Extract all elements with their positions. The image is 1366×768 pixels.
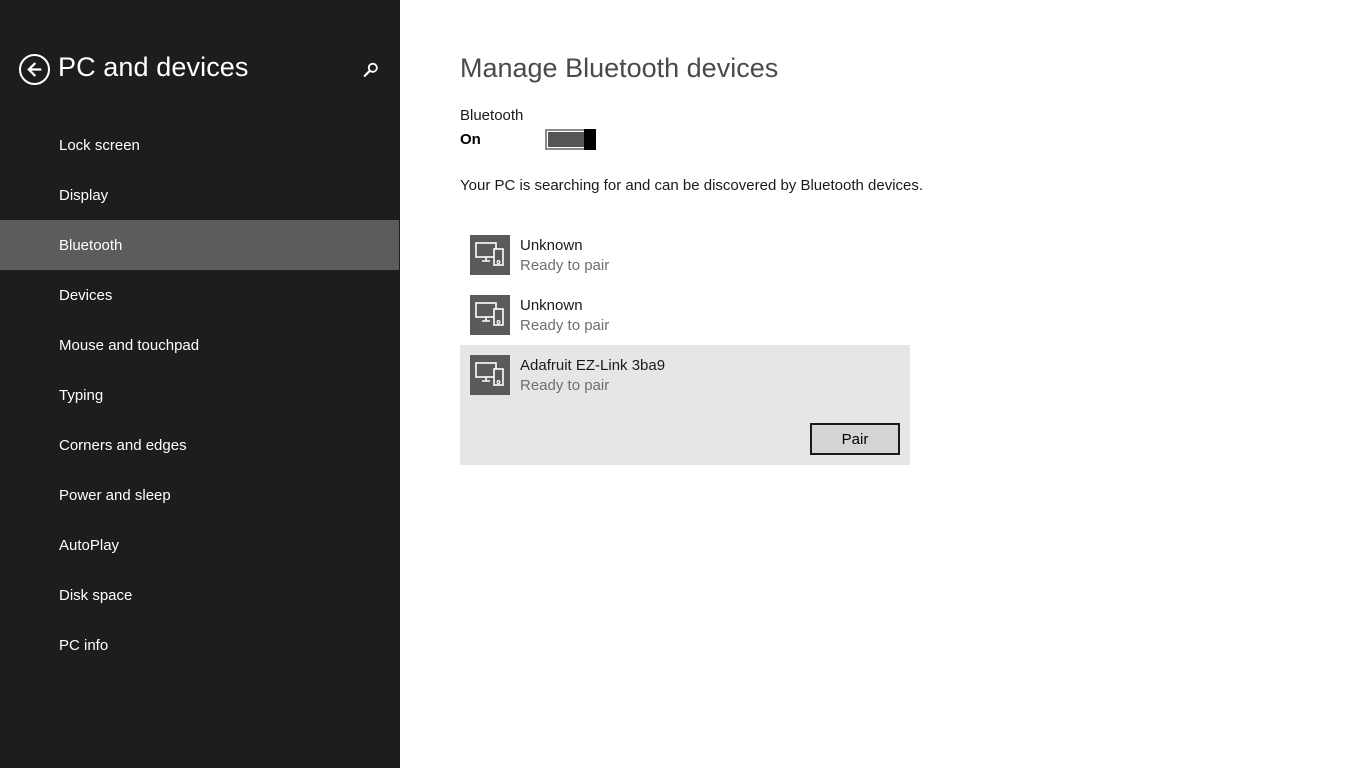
sidebar-item-power-and-sleep[interactable]: Power and sleep bbox=[0, 470, 399, 520]
device-name: Adafruit EZ-Link 3ba9 bbox=[520, 357, 666, 374]
sidebar: PC and devices Lock screen Display Bluet… bbox=[0, 0, 400, 768]
back-arrow-icon bbox=[27, 62, 42, 77]
sidebar-item-corners-and-edges[interactable]: Corners and edges bbox=[0, 420, 399, 470]
toggle-thumb[interactable] bbox=[584, 129, 596, 150]
sidebar-item-display[interactable]: Display bbox=[0, 170, 399, 220]
sidebar-item-mouse-and-touchpad[interactable]: Mouse and touchpad bbox=[0, 320, 399, 370]
device-status: Ready to pair bbox=[520, 317, 610, 334]
main-content: Manage Bluetooth devices Bluetooth On Yo… bbox=[400, 0, 1366, 768]
pair-button[interactable]: Pair bbox=[810, 423, 900, 455]
back-button[interactable] bbox=[19, 54, 50, 85]
sidebar-item-label: Mouse and touchpad bbox=[59, 336, 200, 354]
sidebar-item-label: Power and sleep bbox=[59, 486, 171, 504]
sidebar-header: PC and devices bbox=[0, 0, 400, 120]
sidebar-item-label: AutoPlay bbox=[59, 536, 120, 554]
bluetooth-toggle[interactable] bbox=[545, 129, 596, 150]
sidebar-item-bluetooth[interactable]: Bluetooth bbox=[0, 220, 399, 270]
pc-settings-app: PC and devices Lock screen Display Bluet… bbox=[0, 0, 1366, 768]
sidebar-title: PC and devices bbox=[58, 52, 249, 82]
sidebar-item-typing[interactable]: Typing bbox=[0, 370, 399, 420]
device-item[interactable]: Unknown Ready to pair bbox=[460, 225, 910, 285]
sidebar-item-devices[interactable]: Devices bbox=[0, 270, 399, 320]
sidebar-item-label: Disk space bbox=[59, 586, 133, 604]
device-status: Ready to pair bbox=[520, 377, 610, 394]
device-pair-icon bbox=[470, 235, 510, 275]
sidebar-item-label: Lock screen bbox=[59, 136, 140, 154]
device-list: Unknown Ready to pair Unknown Ready to p… bbox=[460, 225, 910, 465]
sidebar-item-label: Corners and edges bbox=[59, 436, 187, 454]
search-icon bbox=[363, 62, 378, 77]
device-pair-icon bbox=[470, 295, 510, 335]
device-item-selected[interactable]: Adafruit EZ-Link 3ba9 Ready to pair Pair bbox=[460, 345, 910, 465]
sidebar-item-pc-info[interactable]: PC info bbox=[0, 620, 399, 670]
sidebar-item-label: PC info bbox=[59, 636, 109, 654]
discovery-status-text: Your PC is searching for and can be disc… bbox=[460, 177, 924, 194]
page-title: Manage Bluetooth devices bbox=[460, 53, 779, 83]
sidebar-item-label: Display bbox=[59, 186, 109, 204]
device-pair-icon bbox=[470, 355, 510, 395]
bluetooth-label: Bluetooth bbox=[460, 107, 524, 124]
device-item[interactable]: Unknown Ready to pair bbox=[460, 285, 910, 345]
search-button[interactable] bbox=[361, 60, 381, 80]
sidebar-item-lock-screen[interactable]: Lock screen bbox=[0, 120, 399, 170]
sidebar-item-label: Devices bbox=[59, 286, 113, 304]
sidebar-item-disk-space[interactable]: Disk space bbox=[0, 570, 399, 620]
sidebar-item-autoplay[interactable]: AutoPlay bbox=[0, 520, 399, 570]
device-name: Unknown bbox=[520, 297, 583, 314]
toggle-fill bbox=[548, 132, 586, 147]
bluetooth-state: On bbox=[460, 131, 481, 148]
device-status: Ready to pair bbox=[520, 257, 610, 274]
sidebar-item-label: Bluetooth bbox=[59, 236, 123, 254]
sidebar-item-label: Typing bbox=[59, 386, 104, 404]
sidebar-nav: Lock screen Display Bluetooth Devices Mo… bbox=[0, 120, 400, 670]
device-name: Unknown bbox=[520, 237, 583, 254]
